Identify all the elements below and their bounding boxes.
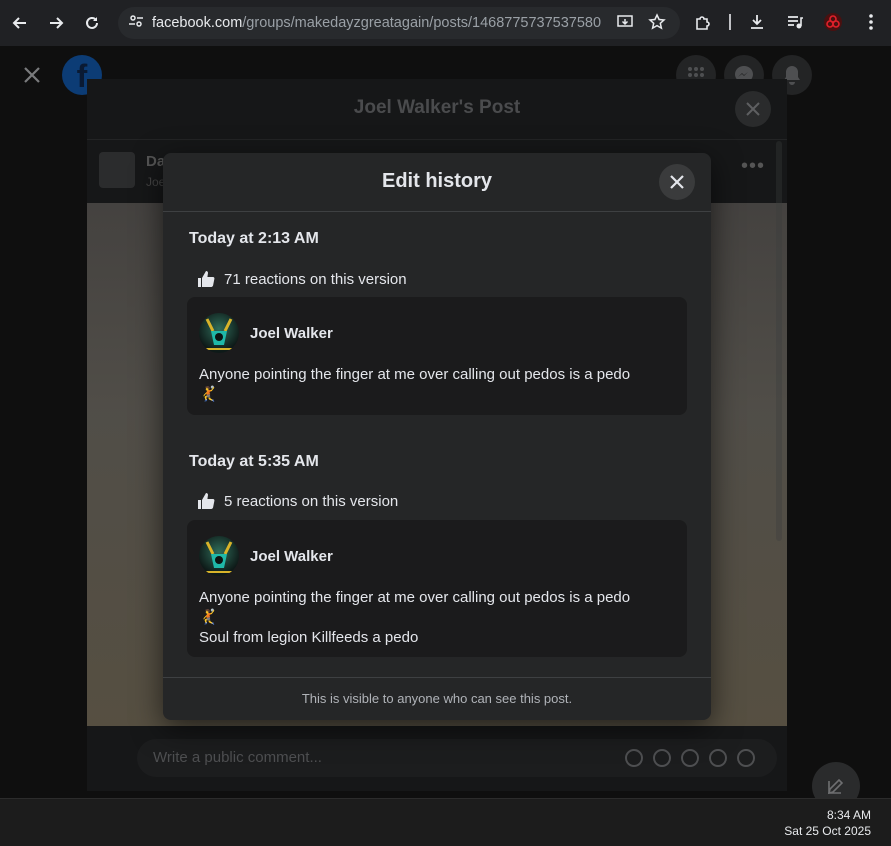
post-text-line: Anyone pointing the finger at me over ca… [199,366,631,383]
divider [87,139,787,140]
reload-icon[interactable] [78,9,106,37]
media-control-icon[interactable] [783,9,807,35]
biohazard-extension-icon[interactable] [821,9,845,35]
forward-arrow-icon[interactable] [42,9,70,37]
post-emoji: 🤾 [199,609,218,626]
version-reactions: 5 reactions on this version [197,492,398,510]
edit-history-list[interactable]: Today at 2:13 AM 71 reactions on this ve… [163,213,711,678]
reactions-count: 71 reactions on this version [224,270,407,288]
close-dialog-button[interactable] [659,164,695,200]
close-viewer-icon[interactable] [22,64,42,92]
toolbar-divider [729,14,731,30]
avatar[interactable] [199,313,239,353]
emoji-icon[interactable] [653,749,671,767]
author-name[interactable]: Joel Walker [250,548,333,565]
background-close-icon[interactable] [735,91,771,127]
visibility-note: This is visible to anyone who can see th… [163,677,711,720]
extensions-puzzle-icon[interactable] [691,9,715,35]
close-icon [670,175,684,189]
sticker-icon[interactable] [737,749,755,767]
version-post-card: Joel Walker Anyone pointing the finger a… [187,520,687,657]
background-post-title: Joel Walker's Post [353,97,521,118]
more-options-icon[interactable]: ••• [741,155,765,178]
group-avatar[interactable] [99,152,135,188]
new-message-icon[interactable] [812,762,860,798]
site-settings-icon[interactable] [128,13,144,34]
thumbs-up-icon [198,271,215,287]
scrollbar[interactable] [776,141,782,541]
thumbs-up-icon [198,493,215,509]
post-emoji: 🤾 [199,386,218,403]
post-text-line: Anyone pointing the finger at me over ca… [199,589,631,606]
address-bar[interactable]: facebook.com/groups/makedayzgreatagain/p… [118,7,680,39]
clock-time[interactable]: 8:34 AM [827,808,871,822]
browser-toolbar: facebook.com/groups/makedayzgreatagain/p… [0,0,891,46]
back-arrow-icon[interactable] [6,9,34,37]
gif-icon[interactable] [709,749,727,767]
clock-date[interactable]: Sat 25 Oct 2025 [784,824,871,838]
download-icon[interactable] [745,9,769,35]
install-app-icon[interactable] [616,13,634,36]
comment-placeholder: Write a public comment... [153,749,322,766]
version-post-card: Joel Walker Anyone pointing the finger a… [187,297,687,415]
os-taskbar: 8:34 AM Sat 25 Oct 2025 [0,798,891,846]
url-text[interactable]: facebook.com/groups/makedayzgreatagain/p… [152,15,601,31]
version-timestamp: Today at 5:35 AM [189,453,319,470]
browser-menu-icon[interactable] [859,9,883,35]
reactions-count: 5 reactions on this version [224,492,399,510]
camera-icon[interactable] [681,749,699,767]
author-name[interactable]: Joel Walker [250,325,333,342]
bookmark-star-icon[interactable] [648,13,666,36]
version-timestamp: Today at 2:13 AM [189,230,319,247]
version-reactions: 71 reactions on this version [197,270,407,288]
avatar[interactable] [199,536,239,576]
post-text-line: Soul from legion Killfeeds a pedo [199,629,419,646]
comment-input[interactable]: Write a public comment... [137,739,777,777]
dialog-header: Edit history [163,153,711,212]
dialog-title: Edit history [381,170,492,192]
edit-history-dialog: Edit history Today at 2:13 AM 71 reactio… [163,153,711,720]
avatar-sticker-icon[interactable] [625,749,643,767]
